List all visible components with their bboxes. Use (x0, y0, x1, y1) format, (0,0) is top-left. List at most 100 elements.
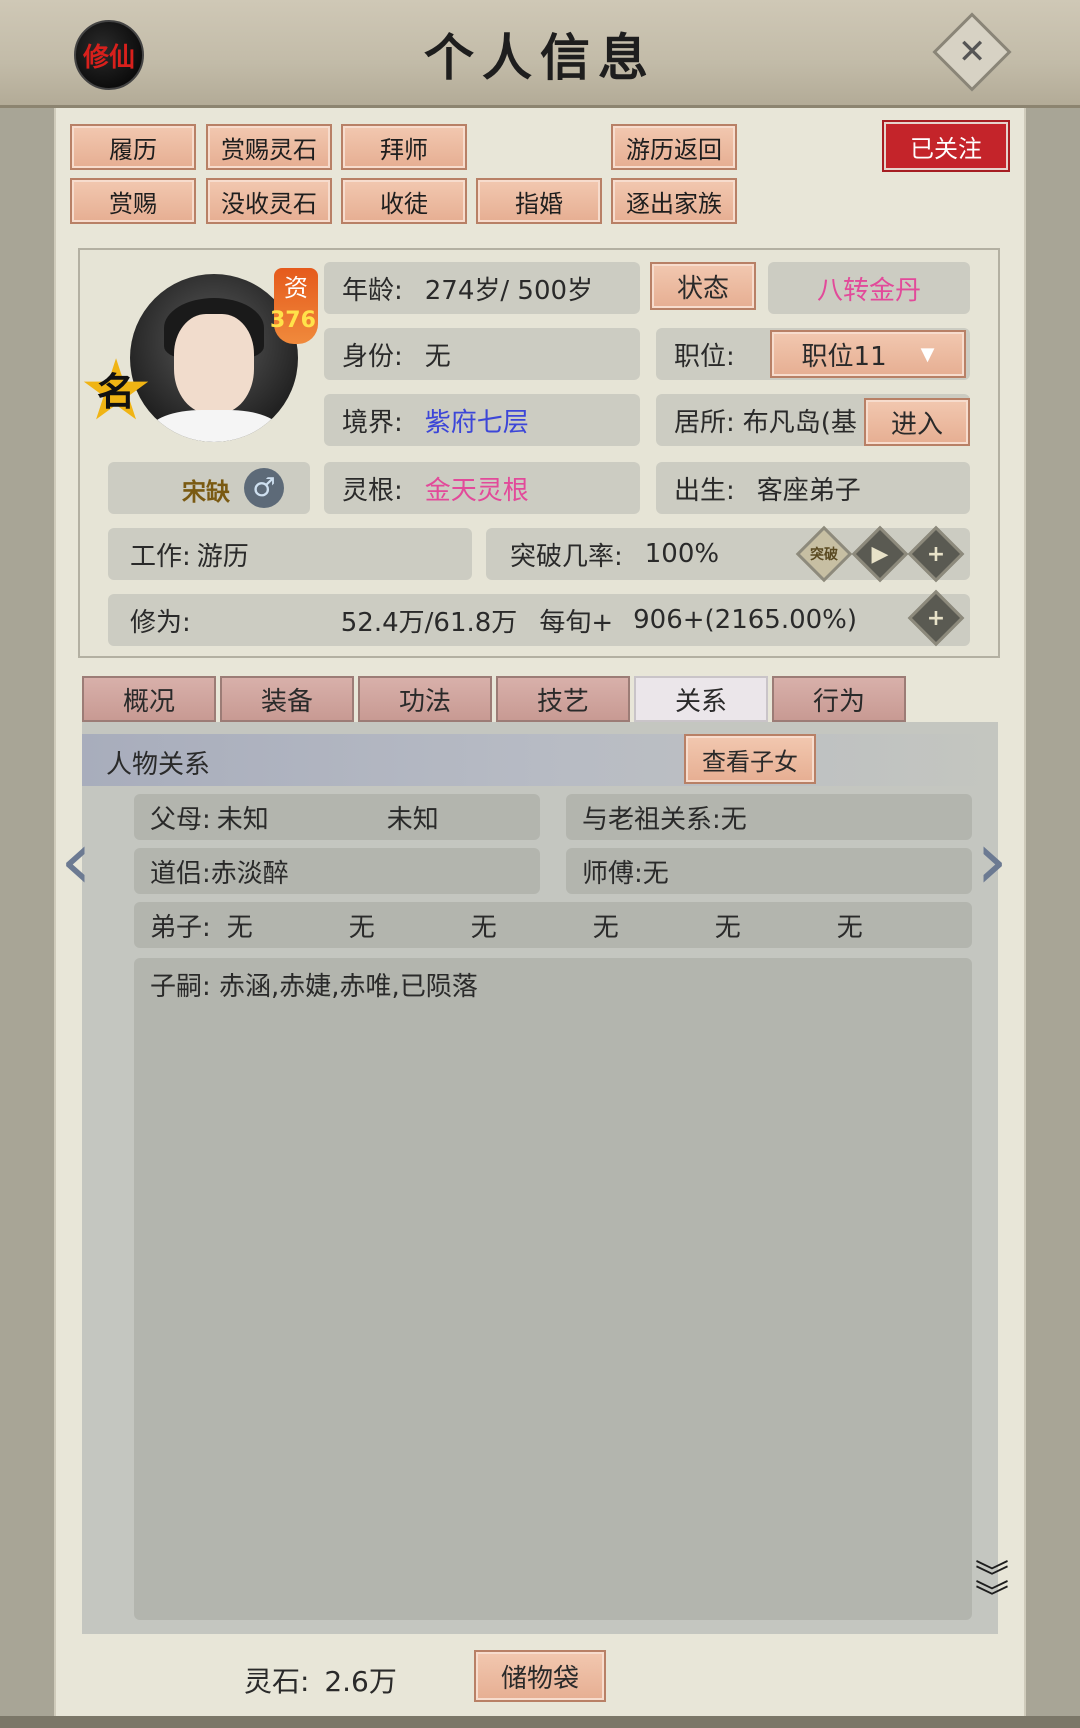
children-value: 赤涵,赤婕,赤唯,已陨落 (219, 972, 478, 1002)
master-field: 师傅: 无 (566, 848, 972, 894)
identity-value: 无 (424, 341, 451, 372)
fame-label: 名 (96, 370, 135, 414)
age-value: 274岁/ 500岁 (424, 275, 594, 306)
children-field: 子嗣: 赤涵,赤婕,赤唯,已陨落 (150, 966, 478, 1003)
realm-label: 境界: (342, 407, 403, 438)
ancestor-value: 无 (720, 804, 747, 835)
spirit-stone-value: 2.6万 (324, 1665, 397, 1698)
reward-stone-button[interactable]: 赏赐灵石 (206, 124, 332, 170)
confiscate-stone-button[interactable]: 没收灵石 (206, 178, 332, 224)
children-label: 子嗣: (150, 972, 211, 1002)
breakthrough-value: 100% (644, 539, 720, 569)
spirit-root-field: 灵根: 金天灵根 (324, 462, 640, 514)
apprentice-button[interactable]: 拜师 (341, 124, 467, 170)
status-button[interactable]: 状态 (650, 262, 756, 310)
disciples-label: 弟子: (150, 912, 211, 943)
disciple-4: 无 (592, 912, 619, 943)
play-icon: ▶ (871, 541, 889, 567)
relations-title: 人物关系 (106, 750, 211, 780)
next-arrow-icon[interactable]: › (976, 814, 1008, 907)
master-value: 无 (642, 858, 669, 889)
storage-bag-button[interactable]: 储物袋 (474, 1650, 606, 1702)
age-label: 年龄: (342, 275, 403, 306)
reward-button[interactable]: 赏赐 (70, 178, 196, 224)
tab-crafts[interactable]: 技艺 (496, 676, 630, 722)
work-label: 工作: (130, 541, 191, 572)
partner-field: 道侣: 赤淡醉 (134, 848, 540, 894)
per-period-value: 906+(2165.00%) (633, 605, 858, 635)
tab-equipment[interactable]: 装备 (220, 676, 354, 722)
position-label: 职位: (674, 341, 735, 372)
expel-family-button[interactable]: 逐出家族 (611, 178, 737, 224)
male-gender-icon: ♂ (244, 468, 284, 508)
identity-label: 身份: (342, 341, 403, 372)
plus-icon: + (926, 541, 946, 567)
close-icon: ✕ (957, 32, 987, 72)
position-value: 职位11 (801, 341, 887, 372)
parent-1: 未知 (216, 804, 269, 835)
scroll-down-icon[interactable]: ︾ ︾ (966, 1561, 1018, 1632)
ancestor-label: 与老祖关系: (582, 804, 721, 835)
cultivation-label: 修为: (130, 607, 191, 638)
disciple-2: 无 (348, 912, 375, 943)
identity-field: 身份: 无 (324, 328, 640, 380)
age-field: 年龄: 274岁/ 500岁 (324, 262, 640, 314)
residence-value: 布凡岛(基 (742, 407, 857, 438)
disciples-field: 弟子: 无 无 无 无 无 无 (134, 902, 972, 948)
disciple-5: 无 (714, 912, 741, 943)
arrange-marriage-button[interactable]: 指婚 (476, 178, 602, 224)
bottom-border (0, 1716, 1080, 1728)
disciple-6: 无 (836, 912, 863, 943)
relations-header: 人物关系 (82, 734, 998, 786)
master-label: 师傅: (582, 858, 643, 889)
aptitude-badge: 资 376 (270, 268, 318, 344)
work-field: 工作: 游历 (108, 528, 472, 580)
residence-label: 居所: (674, 407, 735, 438)
per-period-label: 每旬+ (539, 607, 614, 638)
history-button[interactable]: 履历 (70, 124, 196, 170)
birth-value: 客座弟子 (756, 475, 861, 506)
position-dropdown[interactable]: 职位11 ▼ (770, 330, 966, 378)
character-name: 宋缺 (182, 478, 230, 506)
parent-2: 未知 (386, 804, 439, 835)
tab-behavior[interactable]: 行为 (772, 676, 906, 722)
aptitude-value: 376 (270, 308, 316, 333)
realm-field: 境界: 紫府七层 (324, 394, 640, 446)
disciple-1: 无 (226, 912, 253, 943)
spirit-stone-label: 灵石: (244, 1665, 310, 1698)
followed-button[interactable]: 已关注 (882, 120, 1010, 172)
partner-label: 道侣: (150, 858, 211, 889)
parents-field: 父母: 未知 未知 (134, 794, 540, 840)
name-pill: 宋缺 ♂ (108, 462, 310, 514)
breakthrough-label: 突破几率: (510, 541, 623, 572)
root-label: 灵根: (342, 475, 403, 506)
birth-field: 出生: 客座弟子 (656, 462, 970, 514)
aptitude-label: 资 (284, 274, 308, 302)
ancestor-field: 与老祖关系: 无 (566, 794, 972, 840)
breakthrough-icon-label: 突破 (810, 547, 838, 563)
close-button[interactable]: ✕ (932, 12, 1012, 92)
realm-value: 紫府七层 (424, 407, 529, 438)
children-box: 子嗣: 赤涵,赤婕,赤唯,已陨落 (134, 958, 972, 1620)
previous-arrow-icon[interactable]: ‹ (60, 814, 92, 907)
work-value: 游历 (196, 541, 249, 572)
app-logo[interactable]: 修仙 (74, 20, 144, 90)
parents-label: 父母: (150, 804, 211, 835)
avatar-face (174, 314, 254, 414)
spirit-stone-display: 灵石: 2.6万 (244, 1660, 397, 1700)
fame-star-icon: ★ 名 (76, 348, 156, 432)
chevron-down-icon: ▼ (920, 343, 935, 365)
plus-icon: + (926, 605, 946, 631)
header-bar: 修仙 个人信息 ✕ (0, 0, 1080, 108)
cultivation-field: 修为: 52.4万/61.8万 每旬+ 906+(2165.00%) (108, 594, 970, 646)
disciple-3: 无 (470, 912, 497, 943)
tab-skills[interactable]: 功法 (358, 676, 492, 722)
return-travel-button[interactable]: 游历返回 (611, 124, 737, 170)
enter-residence-button[interactable]: 进入 (864, 398, 970, 446)
tab-overview[interactable]: 概况 (82, 676, 216, 722)
tab-relations[interactable]: 关系 (634, 676, 768, 722)
avatar-robe (150, 410, 280, 442)
take-disciple-button[interactable]: 收徒 (341, 178, 467, 224)
page-title: 个人信息 (424, 28, 656, 87)
view-children-button[interactable]: 查看子女 (684, 734, 816, 784)
